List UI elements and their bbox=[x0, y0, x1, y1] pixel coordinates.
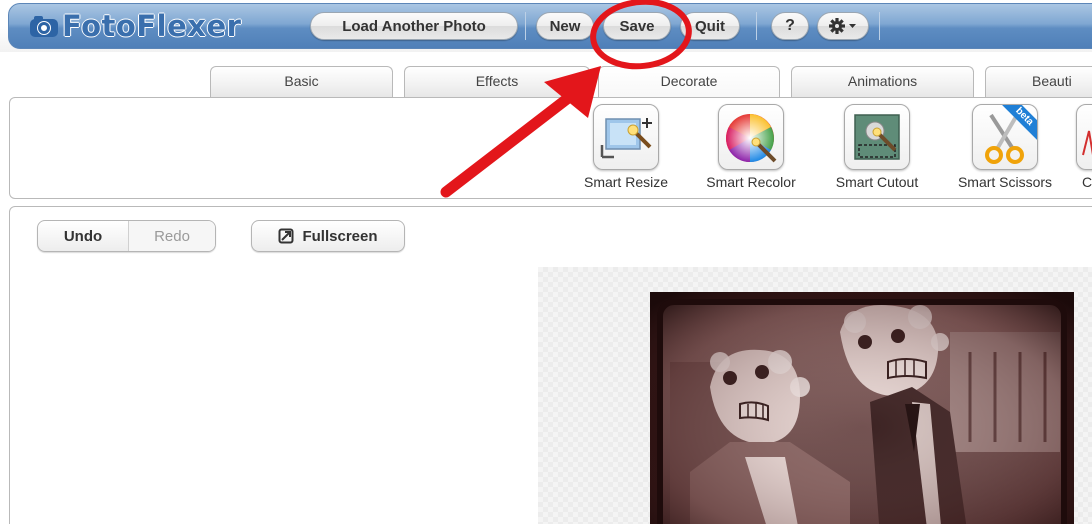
annotation-overlay bbox=[440, 0, 692, 198]
highlight-circle bbox=[590, 0, 692, 70]
fotoflexer-app: FotoFlexer Load Another Photo New Save Q… bbox=[0, 0, 1092, 524]
arrow-shaft bbox=[440, 86, 582, 198]
